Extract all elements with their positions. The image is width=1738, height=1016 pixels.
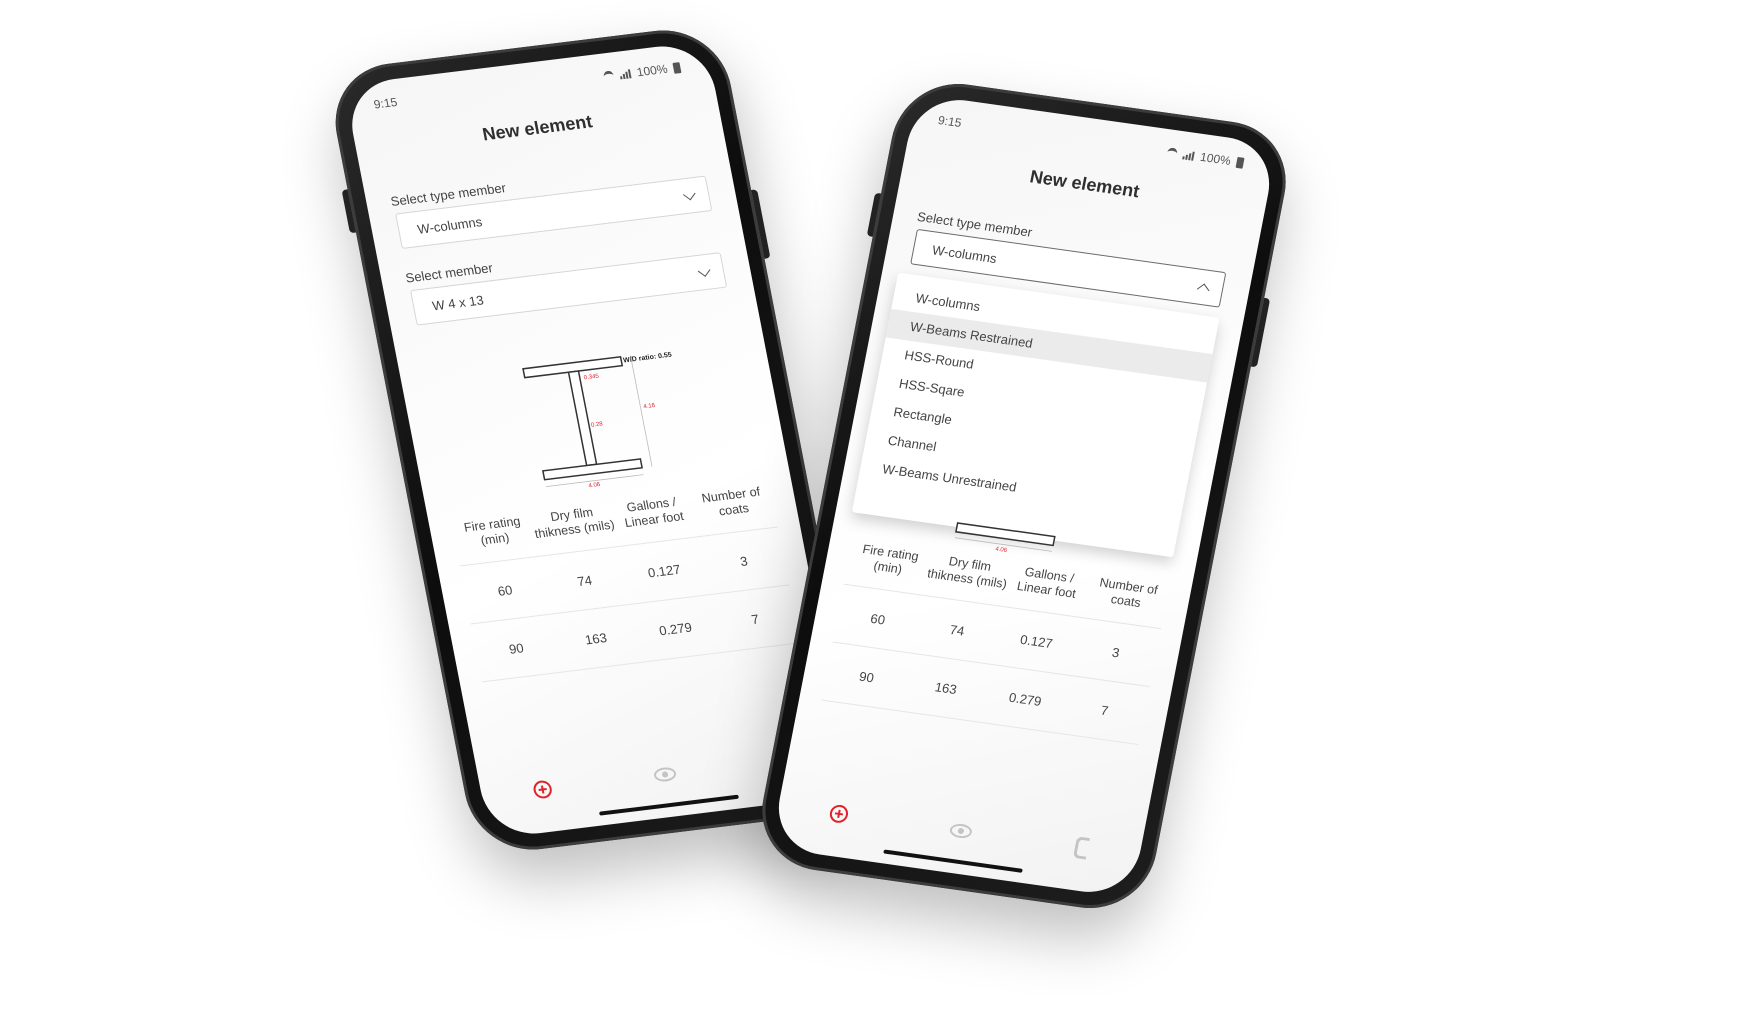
results-table: Fire rating (min) Dry film thikness (mil… [451,483,801,683]
wifi-icon [1166,146,1179,159]
type-member-dropdown: W-columns W-Beams Restrained HSS-Round H… [851,272,1220,558]
table-cell: 90 [507,639,525,657]
eye-icon[interactable] [653,766,678,783]
table-cell: 60 [869,610,887,628]
phone-mockup-right: 9:15 100% New element Select type member… [751,75,1297,917]
type-member-value: W-columns [416,214,484,237]
col-header: Number of coats [1098,575,1159,611]
col-header: Gallons / Linear foot [623,494,685,531]
table-cell: 74 [948,621,966,639]
col-header: Number of coats [700,484,762,519]
beam-section-diagram: W/D ratio: 0.55 0.345 0.28 4.16 4.06 [522,352,673,489]
member-value: W 4 x 13 [430,292,485,314]
status-time: 9:15 [372,94,399,112]
plus-circle-icon[interactable] [828,803,850,824]
chevron-down-icon [682,187,696,201]
wifi-icon [602,69,616,82]
phone-screen: 9:15 100% New element Select type member… [770,93,1278,899]
chevron-up-icon [1196,283,1210,296]
type-member-value: W-columns [930,242,998,267]
col-header: Dry film thikness (mils) [926,554,1009,592]
home-indicator[interactable] [883,849,1023,873]
battery-icon [1235,156,1245,169]
phone-screen: 9:15 100% New element Select type member… [343,40,853,840]
member-select[interactable]: W 4 x 13 [409,252,728,326]
home-indicator[interactable] [598,794,740,816]
battery-icon [672,61,682,74]
table-cell: 74 [575,572,594,589]
table-cell: 0.127 [1018,631,1055,651]
eye-icon[interactable] [949,822,974,840]
table-cell: 163 [583,629,609,647]
col-header: Fire rating (min) [462,514,522,548]
table-cell: 0.127 [646,561,682,580]
table-cell: 3 [738,553,749,569]
results-table: Fire rating (min) Dry film thikness (mil… [821,540,1170,746]
table-cell: 0.279 [657,619,694,638]
table-cell: 60 [496,581,514,599]
ratio-label: W/D ratio: 0.55 [623,352,673,365]
width-dim: 4.06 [588,482,601,489]
table-cell: 7 [1099,702,1110,718]
depth-dim: 4.16 [643,403,656,410]
chevron-down-icon [697,264,711,277]
table-cell: 90 [858,668,876,685]
battery-level: 100% [635,61,669,80]
web-dim: 0.28 [591,421,604,428]
col-header: Gallons / Linear foot [1015,564,1078,601]
flange-dim: 0.345 [583,374,600,382]
signal-icon [619,68,632,79]
table-cell: 7 [749,610,761,627]
signal-icon [1182,150,1196,161]
bottom-nav [776,791,1143,871]
width-dim: 4.06 [995,547,1008,555]
table-cell: 3 [1110,644,1121,660]
status-time: 9:15 [936,113,963,131]
col-header: Dry film thikness (mils) [533,505,616,542]
table-cell: 163 [933,678,959,697]
col-header: Fire rating (min) [861,542,920,577]
phone-icon[interactable] [1072,836,1091,860]
plus-circle-icon[interactable] [531,779,554,800]
battery-level: 100% [1198,149,1233,168]
table-cell: 0.279 [1007,689,1043,709]
type-member-select[interactable]: W-columns [395,175,713,249]
